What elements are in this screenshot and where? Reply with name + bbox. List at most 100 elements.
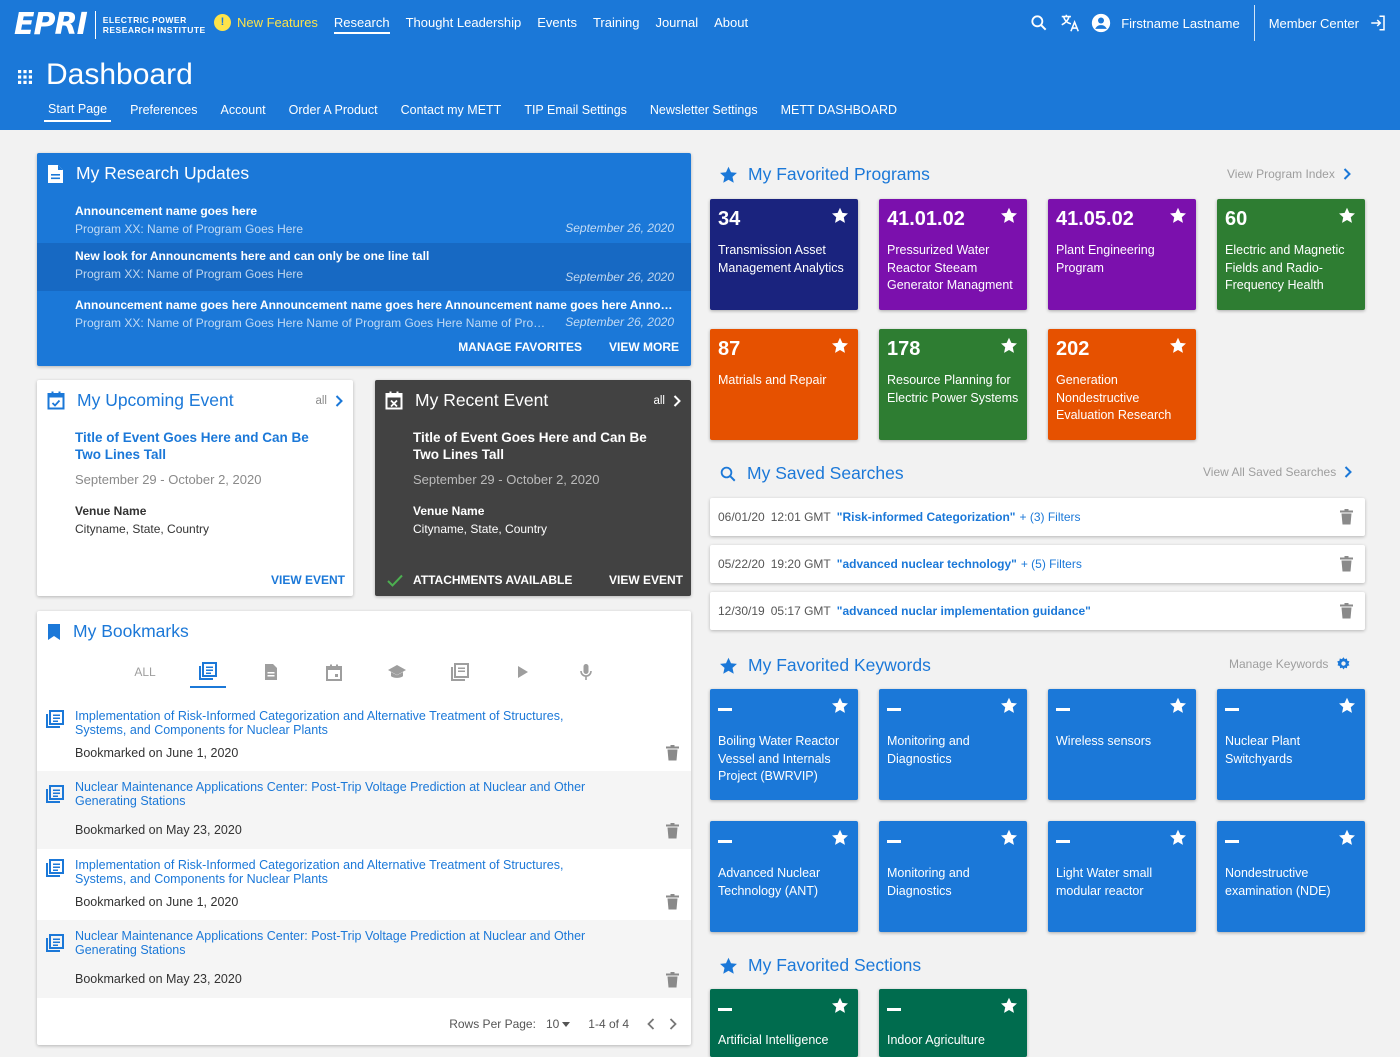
chevron-right-icon[interactable] [669, 1018, 677, 1030]
keyword-tile[interactable]: Nondestructive examination (NDE) [1217, 821, 1365, 932]
star-icon[interactable] [1338, 697, 1356, 714]
user-name[interactable]: Firstname Lastname [1121, 16, 1240, 31]
subnav-contact-mett[interactable]: Contact my METT [397, 98, 506, 122]
bookmark-title-link[interactable]: Implementation of Risk-Informed Categori… [75, 709, 615, 737]
manage-favorites-button[interactable]: MANAGE FAVORITES [458, 340, 582, 354]
section-tile[interactable]: Indoor Agriculture [879, 989, 1027, 1057]
star-icon[interactable] [1000, 997, 1018, 1014]
view-all-searches-link[interactable]: View All Saved Searches [1203, 465, 1353, 479]
logout-icon[interactable] [1369, 14, 1387, 32]
bookmark-title-link[interactable]: Nuclear Maintenance Applications Center:… [75, 929, 615, 957]
program-tile[interactable]: 41.01.02 Pressurized Water Reactor Steeam… [879, 199, 1027, 310]
remove-icon[interactable] [887, 708, 901, 711]
trash-icon[interactable] [666, 745, 679, 761]
attachments-available[interactable]: ATTACHMENTS AVAILABLE [387, 573, 572, 587]
subnav-tip-email[interactable]: TIP Email Settings [520, 98, 631, 122]
nav-new-features[interactable]: ! New Features [214, 10, 318, 34]
remove-icon[interactable] [718, 840, 732, 843]
remove-icon[interactable] [887, 840, 901, 843]
remove-icon[interactable] [718, 1008, 732, 1011]
star-icon[interactable] [831, 997, 849, 1014]
saved-search-row[interactable]: 06/01/20 12:01 GMT "Risk-informed Catego… [710, 498, 1365, 536]
translate-icon[interactable] [1059, 12, 1081, 34]
upcoming-all-link[interactable]: all [315, 395, 343, 407]
search-filters[interactable]: + (5) Filters [1021, 557, 1082, 571]
research-update-item[interactable]: Announcement name goes here Program XX: … [37, 198, 691, 242]
bookmark-title-link[interactable]: Implementation of Risk-Informed Categori… [75, 858, 615, 886]
trash-icon[interactable] [1340, 509, 1353, 525]
filter-library-tab[interactable] [442, 656, 478, 688]
nav-thought-leadership[interactable]: Thought Leadership [406, 10, 522, 34]
keyword-tile[interactable]: Advanced Nuclear Technology (ANT) [710, 821, 858, 932]
program-tile[interactable]: 178 Resource Planning for Electric Power … [879, 329, 1027, 440]
bookmark-row[interactable]: Nuclear Maintenance Applications Center:… [37, 920, 691, 998]
search-query-link[interactable]: "advanced nuclear technology" [837, 557, 1017, 571]
subnav-start-page[interactable]: Start Page [44, 98, 112, 122]
nav-research[interactable]: Research [333, 10, 390, 34]
nav-about[interactable]: About [714, 10, 748, 34]
subnav-preferences[interactable]: Preferences [126, 98, 201, 122]
filter-video-tab[interactable] [505, 656, 541, 688]
star-icon[interactable] [1000, 207, 1018, 224]
view-program-index-link[interactable]: View Program Index [1227, 167, 1351, 181]
subnav-mett-dashboard[interactable]: METT DASHBOARD [777, 98, 901, 122]
view-event-button[interactable]: VIEW EVENT [271, 573, 345, 587]
event-title-link[interactable]: Title of Event Goes Here and Can Be Two … [413, 429, 653, 463]
star-icon[interactable] [831, 207, 849, 224]
star-icon[interactable] [1338, 829, 1356, 846]
nav-events[interactable]: Events [537, 10, 577, 34]
filter-all-tab[interactable]: ALL [127, 656, 163, 688]
chevron-left-icon[interactable] [647, 1018, 655, 1030]
keyword-tile[interactable]: Wireless sensors [1048, 689, 1196, 800]
remove-icon[interactable] [887, 1008, 901, 1011]
search-filters[interactable]: + (3) Filters [1019, 510, 1080, 524]
star-icon[interactable] [1169, 337, 1187, 354]
filter-training-tab[interactable] [379, 656, 415, 688]
bookmark-row[interactable]: Nuclear Maintenance Applications Center:… [37, 771, 691, 849]
saved-search-row[interactable]: 05/22/20 19:20 GMT "advanced nuclear tec… [710, 545, 1365, 583]
keyword-tile[interactable]: Monitoring and Diagnostics [879, 689, 1027, 800]
subnav-account[interactable]: Account [216, 98, 269, 122]
program-tile[interactable]: 87 Matrials and Repair [710, 329, 858, 440]
star-icon[interactable] [1000, 829, 1018, 846]
research-update-item[interactable]: Announcement name goes here Announcement… [37, 292, 691, 336]
remove-icon[interactable] [1225, 708, 1239, 711]
star-icon[interactable] [1169, 697, 1187, 714]
star-icon[interactable] [1169, 829, 1187, 846]
epri-logo[interactable]: EPRI ELECTRIC POWER RESEARCH INSTITUTE [14, 10, 206, 40]
trash-icon[interactable] [1340, 603, 1353, 619]
trash-icon[interactable] [666, 894, 679, 910]
account-circle-icon[interactable] [1091, 13, 1111, 33]
star-icon[interactable] [1000, 697, 1018, 714]
saved-search-row[interactable]: 12/30/19 05:17 GMT "advanced nuclar impl… [710, 592, 1365, 630]
star-icon[interactable] [831, 697, 849, 714]
trash-icon[interactable] [666, 823, 679, 839]
program-tile[interactable]: 202 Generation Nondestructive Evaluation … [1048, 329, 1196, 440]
search-query-link[interactable]: "advanced nuclar implementation guidance… [837, 604, 1091, 618]
remove-icon[interactable] [1056, 708, 1070, 711]
recent-all-link[interactable]: all [653, 395, 681, 407]
subnav-newsletter[interactable]: Newsletter Settings [646, 98, 762, 122]
bookmark-title-link[interactable]: Nuclear Maintenance Applications Center:… [75, 780, 615, 808]
view-more-button[interactable]: VIEW MORE [609, 340, 679, 354]
bookmark-row[interactable]: Implementation of Risk-Informed Categori… [37, 849, 691, 920]
keyword-tile[interactable]: Boiling Water Reactor Vessel and Interna… [710, 689, 858, 800]
nav-training[interactable]: Training [593, 10, 639, 34]
filter-audio-tab[interactable] [568, 656, 604, 688]
apps-grid-icon[interactable] [18, 70, 32, 84]
member-center-link[interactable]: Member Center [1269, 16, 1359, 31]
view-event-button[interactable]: VIEW EVENT [609, 573, 683, 587]
search-query-link[interactable]: "Risk-informed Categorization" [837, 510, 1016, 524]
star-icon[interactable] [831, 337, 849, 354]
program-tile[interactable]: 60 Electric and Magnetic Fields and Radio… [1217, 199, 1365, 310]
rows-per-page-select[interactable]: 10 [546, 1017, 571, 1031]
section-tile[interactable]: Artificial Intelligence [710, 989, 858, 1057]
filter-documents-tab[interactable] [253, 656, 289, 688]
trash-icon[interactable] [1340, 556, 1353, 572]
star-icon[interactable] [831, 829, 849, 846]
keyword-tile[interactable]: Light Water small modular reactor [1048, 821, 1196, 932]
program-tile[interactable]: 41.05.02 Plant Engineering Program [1048, 199, 1196, 310]
remove-icon[interactable] [1225, 840, 1239, 843]
nav-journal[interactable]: Journal [655, 10, 698, 34]
star-icon[interactable] [1000, 337, 1018, 354]
